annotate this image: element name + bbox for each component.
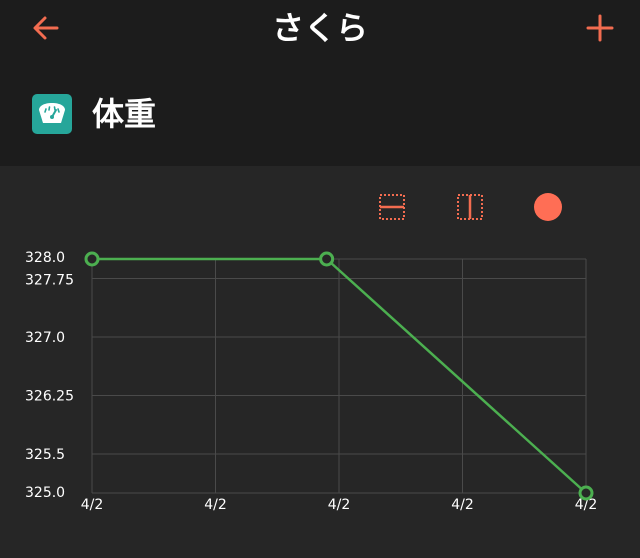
- vertical-grid-toggle-icon: [457, 194, 483, 220]
- data-point[interactable]: [578, 485, 594, 501]
- y-tick-label: 328.0: [25, 250, 65, 266]
- x-axis-labels: 4/2 4/2 4/2 4/2 4/2: [81, 497, 598, 513]
- x-tick-label: 4/2: [81, 497, 104, 513]
- data-point[interactable]: [319, 251, 335, 267]
- chart-grid: [91, 258, 587, 494]
- metric-icon-box: [32, 94, 72, 134]
- app-title: さくら: [271, 9, 368, 47]
- horizontal-grid-toggle[interactable]: [377, 192, 407, 222]
- scale-icon: [39, 103, 65, 123]
- y-tick-label: 327.75: [25, 273, 74, 289]
- x-tick-label: 4/2: [328, 497, 351, 513]
- point-toggle-icon: [534, 193, 562, 221]
- x-tick-label: 4/2: [451, 497, 474, 513]
- y-tick-label: 325.0: [25, 485, 65, 501]
- app-bar: さくら: [0, 0, 640, 58]
- y-tick-label: 327.0: [25, 330, 65, 346]
- weight-line-chart: 328.0 327.75 327.0 326.25 325.5 325.0 4/2 4/2 4…: [25, 250, 598, 513]
- metric-header: 体重: [0, 82, 640, 148]
- horizontal-grid-toggle-icon: [379, 194, 405, 220]
- metric-title: 体重: [92, 95, 157, 133]
- y-tick-label: 325.5: [25, 447, 65, 463]
- y-tick-label: 326.25: [25, 389, 74, 405]
- x-tick-label: 4/2: [204, 497, 227, 513]
- plus-icon: [586, 14, 614, 42]
- data-point[interactable]: [84, 251, 100, 267]
- vertical-grid-toggle[interactable]: [455, 192, 485, 222]
- y-axis-labels: 328.0 327.75 327.0 326.25 325.5 325.0: [25, 250, 74, 501]
- add-button[interactable]: [580, 8, 620, 48]
- point-toggle[interactable]: [533, 192, 563, 222]
